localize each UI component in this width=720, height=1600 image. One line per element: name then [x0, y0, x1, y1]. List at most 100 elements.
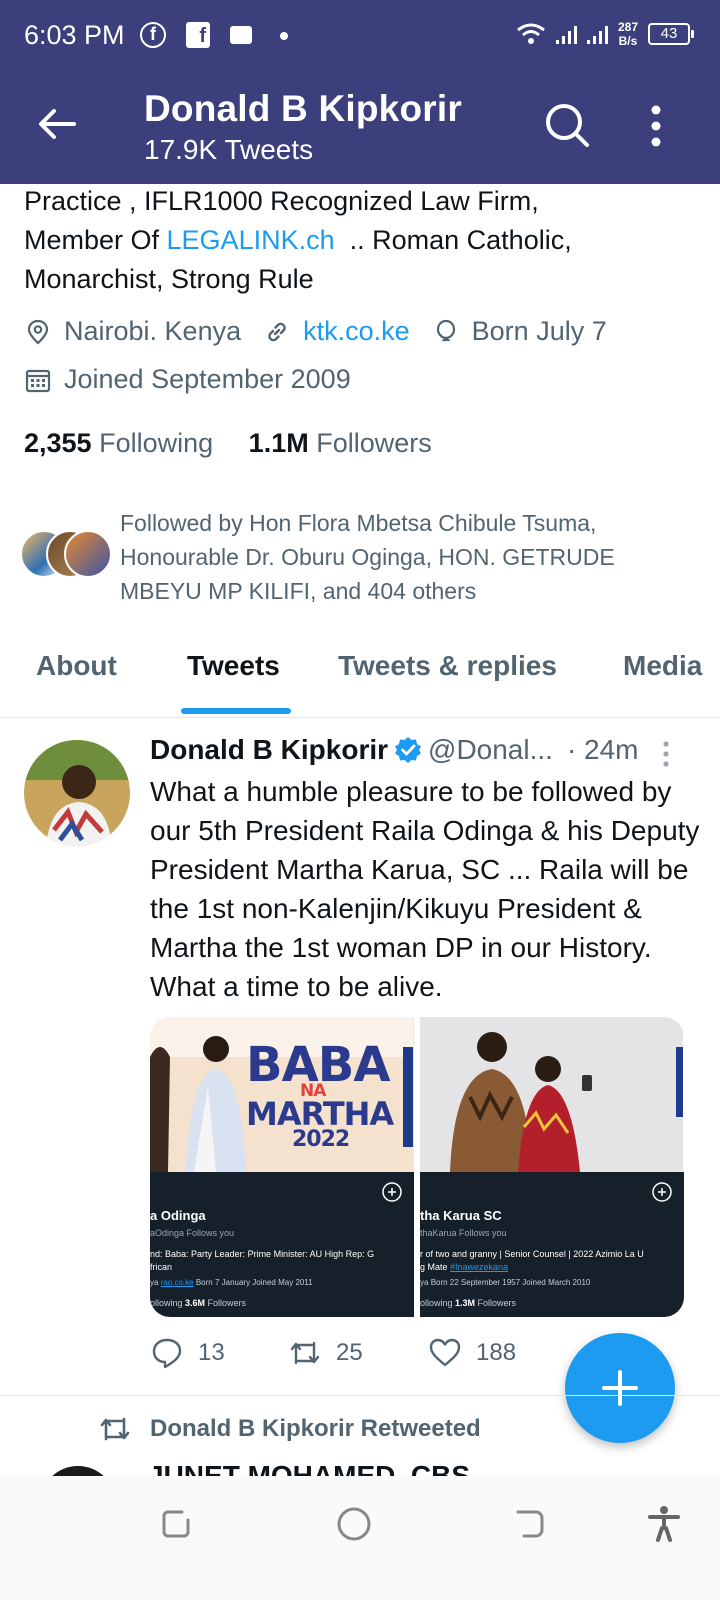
meta-row-2: Joined September 2009: [24, 364, 351, 395]
card-handle: aOdinga Follows you: [150, 1228, 235, 1238]
calendar-icon: [25, 369, 51, 392]
card-meta: ya Born 22 September 1957 Joined March 2…: [420, 1278, 590, 1287]
poster-image: BABA NA MARTHA 2022: [150, 1017, 414, 1172]
net-speed: 287 B/s: [618, 20, 638, 48]
bio-line-2: Member Of LEGALINK.ch .. Roman Catholic,: [24, 221, 684, 260]
card-stats-value: 3.6M: [185, 1298, 206, 1308]
avatar-image: [24, 740, 130, 846]
app-header: Donald B Kipkorir 17.9K Tweets: [0, 72, 720, 184]
facebook-circle-icon: f: [140, 22, 166, 48]
status-bar: 6:03 PM f f 287 B/s 43: [0, 0, 720, 72]
tweet-media[interactable]: BABA NA MARTHA 2022 a Odinga aOdinga Fol…: [150, 1017, 684, 1317]
retweet-icon: [100, 1417, 130, 1441]
tweet-avatar[interactable]: [24, 740, 130, 846]
tweet-time: · 24m: [566, 734, 639, 765]
following-count: 2,355: [24, 428, 92, 458]
tweet-author-handle[interactable]: @Donal...: [428, 734, 553, 766]
joined-text: Joined September 2009: [64, 364, 351, 394]
following-label: Following: [99, 428, 214, 458]
card-stats-text: Followers: [205, 1298, 247, 1308]
bio-line-1: Practice , IFLR1000 Recognized Law Firm,: [24, 186, 539, 216]
poster-word-4: 2022: [292, 1127, 350, 1152]
balloon-icon: [436, 319, 455, 341]
tab-tweets-replies[interactable]: Tweets & replies: [338, 650, 557, 682]
accessibility-icon[interactable]: [644, 1504, 684, 1544]
net-speed-unit: B/s: [618, 34, 638, 48]
tweet-text: What a humble pleasure to be followed by…: [150, 776, 700, 1002]
card-name: tha Karua SC: [420, 1208, 502, 1223]
following-link[interactable]: 2,355 Following: [24, 428, 213, 458]
card-name: a Odinga: [150, 1208, 206, 1223]
profile-card-2: tha Karua SC thaKarua Follows you r of t…: [420, 1172, 684, 1317]
retweet-notice[interactable]: Donald B Kipkorir Retweeted: [98, 1414, 481, 1444]
tweet-author-name[interactable]: Donald B Kipkorir: [150, 734, 388, 766]
more-vertical-icon[interactable]: [644, 102, 668, 150]
tab-tweets[interactable]: Tweets: [187, 650, 280, 682]
retweet-count: 25: [336, 1339, 363, 1366]
followers-link[interactable]: 1.1M Followers: [249, 428, 432, 458]
tweet-actions: 13 25 188: [150, 1336, 590, 1376]
compose-tweet-button[interactable]: [565, 1333, 675, 1443]
card-stats-text: ollowing: [150, 1298, 186, 1308]
card-bio-link: #Inawezekana: [450, 1262, 509, 1272]
tweet-divider: [0, 1395, 720, 1396]
search-icon[interactable]: [544, 102, 590, 148]
status-right: 287 B/s 43: [516, 20, 694, 48]
location-text: Nairobi. Kenya: [64, 316, 242, 346]
bio-text: Member Of: [24, 225, 167, 255]
card-meta-text: Born 7 January Joined May 2011: [195, 1278, 313, 1287]
bio-link[interactable]: LEGALINK.ch: [167, 225, 335, 255]
followed-by-text: Followed by Hon Flora Mbetsa Chibule Tsu…: [120, 510, 615, 604]
status-time: 6:03 PM: [24, 20, 125, 50]
top-band: 6:03 PM f f 287 B/s 43 Donald B Kipkorir…: [0, 0, 720, 184]
media-image-2[interactable]: tha Karua SC thaKarua Follows you r of t…: [420, 1017, 684, 1317]
website-link[interactable]: ktk.co.ke: [303, 316, 410, 347]
back-arrow-icon[interactable]: [34, 100, 82, 148]
follow-status-icon: [652, 1182, 672, 1202]
profile-bio: Practice , IFLR1000 Recognized Law Firm,…: [24, 182, 684, 299]
card-bio-line: frican: [150, 1262, 173, 1272]
active-tab-indicator: [181, 708, 291, 714]
card-meta-text: Born 22 September 1957 Joined March 2010: [430, 1278, 591, 1287]
followers-count: 1.1M: [248, 428, 309, 458]
recents-icon[interactable]: [156, 1504, 196, 1544]
card-bio: nd: Baba: Party Leader: Prime Minister: …: [150, 1248, 414, 1274]
card-meta-text: ya: [150, 1278, 159, 1287]
card-stats-text: ollowing: [420, 1298, 456, 1308]
followers-label: Followers: [316, 428, 432, 458]
card-bio-line: nd: Baba: Party Leader: Prime Minister: …: [150, 1249, 375, 1259]
card-stats-text: Followers: [475, 1298, 517, 1308]
tab-media[interactable]: Media: [623, 650, 702, 682]
followed-by[interactable]: Followed by Hon Flora Mbetsa Chibule Tsu…: [20, 506, 710, 606]
card-stats-value: 1.3M: [455, 1298, 476, 1308]
card-stats: ollowing 3.6M Followers: [150, 1298, 246, 1308]
reply-count: 13: [198, 1339, 225, 1366]
bio-text: .. Roman Catholic,: [334, 225, 572, 255]
tweet-more-icon[interactable]: [660, 740, 672, 768]
card-bio-line: r of two and granny | Senior Counsel | 2…: [420, 1249, 644, 1259]
back-nav-icon[interactable]: [510, 1504, 550, 1544]
notification-dot-icon: [280, 32, 288, 40]
card-bio: r of two and granny | Senior Counsel | 2…: [420, 1248, 684, 1274]
reply-icon: [152, 1338, 182, 1369]
like-button[interactable]: 188: [428, 1336, 516, 1370]
reply-button[interactable]: 13: [150, 1336, 225, 1370]
net-speed-value: 287: [617, 20, 638, 34]
location-icon: [27, 319, 49, 344]
like-count: 188: [476, 1339, 517, 1366]
home-icon[interactable]: [334, 1504, 374, 1544]
retweet-button[interactable]: 25: [288, 1336, 363, 1370]
battery-icon: 43: [648, 23, 694, 45]
android-nav-bar: [0, 1476, 720, 1600]
birthday-text: Born July 7: [471, 316, 607, 346]
media-image-1[interactable]: BABA NA MARTHA 2022 a Odinga aOdinga Fol…: [150, 1017, 414, 1317]
tweet-count: 17.9K Tweets: [144, 134, 314, 165]
follow-stats: 2,355 Following 1.1M Followers: [24, 428, 432, 459]
tweet-header: Donald B Kipkorir @Donal... · 24m: [150, 734, 639, 766]
signal-2-icon: [586, 24, 608, 44]
bio-line-3: Monarchist, Strong Rule: [24, 264, 314, 294]
wifi-icon: [517, 23, 545, 44]
tab-about[interactable]: About: [36, 650, 117, 682]
photo-art: [420, 1017, 683, 1172]
follow-status-icon: [382, 1182, 402, 1202]
